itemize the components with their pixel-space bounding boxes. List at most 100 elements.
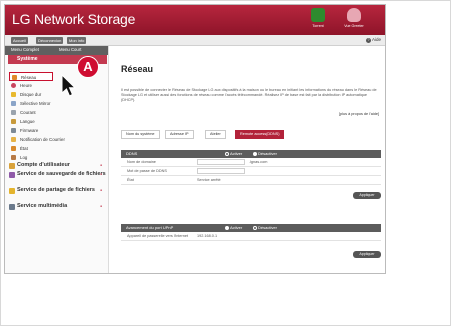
expand-indicator: • [100,163,102,169]
sidebar-group-label: Service de sauvegarde de fichiers [17,171,106,177]
ddns-password-input[interactable] [197,168,245,174]
sidebar-item-label: Heure [20,83,32,88]
app-window: LG Network Storage Torrent Vue Greeter A… [4,4,386,274]
sidebar-item-selective-mirror[interactable]: Sélective Mirror [9,99,51,108]
sidebar-item-label: État [20,146,28,151]
top-toolbar: Accueil Déconnexion Mon info ? Aide [5,35,385,46]
sidebar-group-file-sharing[interactable]: Service de partage de fichiers • [8,187,108,194]
radio-icon [225,151,229,156]
language-icon [11,119,16,124]
torrent-label: Torrent [312,24,324,28]
ddns-actions: Appliquer [121,185,381,201]
upnp-actions: Appliquer [121,241,381,258]
ddns-status-value: Service arrêté [197,178,221,182]
page-title: Réseau [121,64,154,74]
sidebar-item-label: Réseau [21,75,37,80]
ddns-deactivate-radio[interactable]: Désactiver [253,150,277,158]
sidebar-item-log[interactable]: Log [9,153,27,162]
field-label: Nom de domaine [127,160,156,164]
sidebar-item-notification[interactable]: Notification de Courrier [9,135,65,144]
field-label: État [127,178,134,182]
expand-indicator: • [100,172,102,178]
share-icon [9,188,15,194]
sidebar-tabs: Menu Complet Menu Court [5,46,108,55]
sidebar-item-label: Log [20,155,28,160]
sidebar-group-label: Compte d'utilisateur [17,162,70,168]
torrent-button[interactable]: Torrent [307,8,329,28]
mail-icon [11,137,16,142]
mirror-icon [11,101,16,106]
sidebar-group-backup[interactable]: Service de sauvegarde de fichiers • [8,171,108,178]
ddns-title: DDNS [126,151,138,156]
help-about-link[interactable]: [plus à propos de l'aide] [339,112,379,116]
firmware-icon [11,128,16,133]
sidebar-item-label: Firmware [20,128,39,133]
app-header: LG Network Storage Torrent Vue Greeter [5,5,385,35]
radio-label: Activer [230,225,243,230]
sidebar-item-etat[interactable]: État [9,144,28,153]
logout-button[interactable]: Déconnexion [36,37,64,44]
expand-indicator: • [100,188,102,194]
screenshot-frame: LG Network Storage Torrent Vue Greeter A… [0,0,451,326]
sidebar-group-user-account[interactable]: Compte d'utilisateur • [8,162,108,169]
help-link[interactable]: ? Aide [365,37,381,43]
field-label: Appareil de passerelle vers l'internet [127,234,189,238]
mouse-cursor-icon [61,73,77,97]
clock-icon [11,83,16,88]
ddns-activate-radio[interactable]: Activer [225,150,242,158]
gateway-value: 192.168.0.1 [197,234,218,238]
tab-ip-address[interactable]: Adresse IP [165,130,194,139]
sidebar-item-label: Disque dur [20,92,42,97]
ddns-status-row: État Service arrêté [121,176,381,185]
upnp-panel: Avancement du port UPnP Activer Désactiv… [121,224,381,258]
radio-label: Désactiver [258,151,277,156]
upnp-gateway-row: Appareil de passerelle vers l'internet 1… [121,232,381,241]
radio-selected-icon [253,151,257,156]
sidebar-item-heure[interactable]: Heure [9,81,32,90]
tab-full-menu[interactable]: Menu Complet [11,47,39,52]
tab-workshop[interactable]: Atelier [205,130,226,139]
radio-label: Activer [230,151,243,156]
expand-indicator: • [100,204,102,210]
upnp-activate-radio[interactable]: Activer [225,224,242,232]
status-icon [11,146,16,151]
main-content: Réseau Il est possible de connecter le R… [109,46,385,273]
domain-suffix: .lgnas.com [249,160,268,164]
sidebar-item-label: Courant [20,110,36,115]
log-icon [11,155,16,160]
sidebar-group-multimedia[interactable]: Service multimédia • [8,203,108,210]
greeter-icon [347,8,361,22]
sidebar-item-label: Langue [20,119,35,124]
tab-short-menu[interactable]: Menu Court [59,47,81,52]
home-button[interactable]: Accueil [11,37,28,44]
upnp-deactivate-radio[interactable]: Désactiver [253,224,277,232]
hard-disk-icon [11,92,16,97]
tab-remote-access[interactable]: Remote access(DDNS) [235,130,285,139]
power-icon [11,110,16,115]
tab-system-name[interactable]: Nom du système [121,130,160,139]
sidebar-item-langue[interactable]: Langue [9,117,35,126]
sidebar-item-firmware[interactable]: Firmware [9,126,38,135]
my-info-button[interactable]: Mon info [67,37,87,44]
sidebar-item-reseau[interactable]: Réseau [9,72,53,81]
upnp-apply-button[interactable]: Appliquer [353,251,381,258]
torrent-icon [311,8,325,22]
callout-badge: A [77,56,99,78]
greeter-label: Vue Greeter [344,24,364,28]
ddns-apply-button[interactable]: Appliquer [353,192,381,199]
sidebar-item-disque-dur[interactable]: Disque dur [9,90,41,99]
domain-name-input[interactable] [197,159,245,165]
app-title: LG Network Storage [12,11,136,27]
field-label: Mot de passe de DDNS [127,169,167,173]
help-label: Aide [371,37,381,42]
radio-icon [253,225,257,230]
help-icon: ? [365,38,371,43]
sidebar-item-label: Notification de Courrier [20,137,65,142]
sidebar-item-courant[interactable]: Courant [9,108,36,117]
sidebar-group-label: Service multimédia [17,203,68,209]
ddns-header: DDNS Activer Désactiver [121,150,381,158]
multimedia-icon [9,204,15,210]
greeter-button[interactable]: Vue Greeter [343,8,365,28]
user-icon [9,163,15,169]
network-icon [12,75,17,80]
